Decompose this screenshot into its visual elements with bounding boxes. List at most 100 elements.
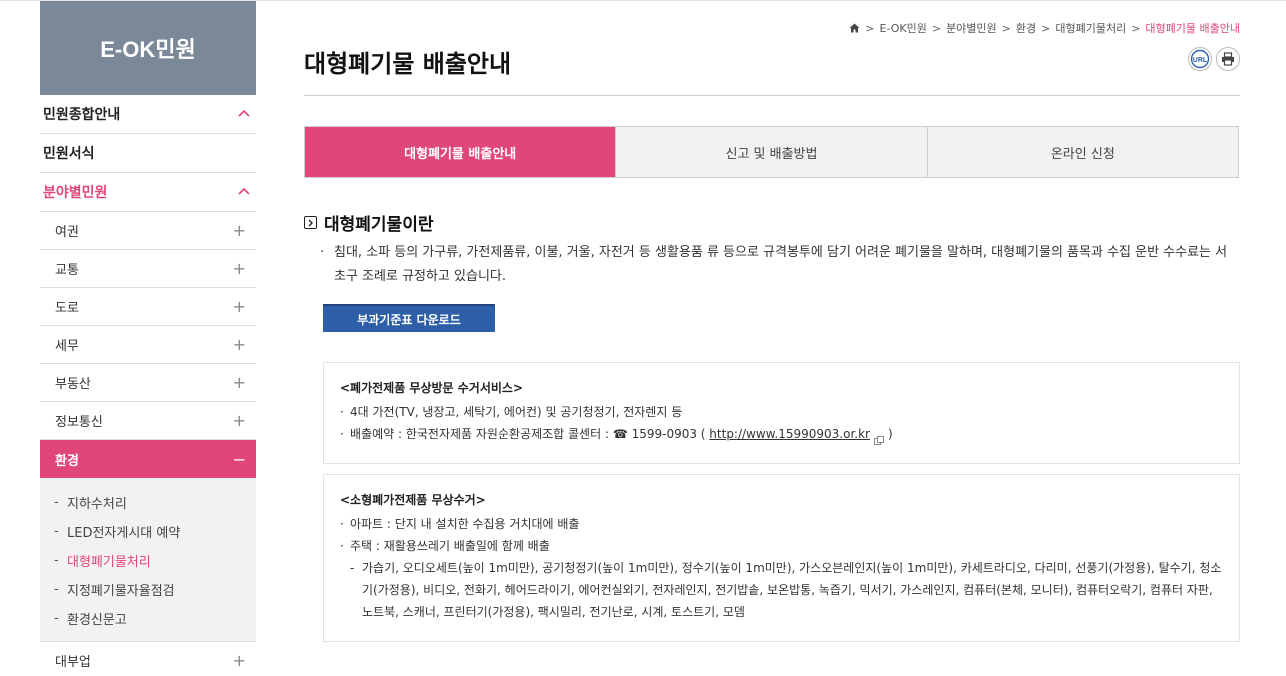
list-item-text: 아파트 : 단지 내 설치한 수집용 거치대에 배출 xyxy=(350,517,580,531)
callcenter-link[interactable]: http://www.15990903.or.kr xyxy=(709,427,870,441)
breadcrumb-item[interactable]: 대형폐기물처리 xyxy=(1055,20,1126,36)
sidebar-menu-forms[interactable]: 민원서식 xyxy=(40,134,256,173)
dash-icon: - xyxy=(54,553,59,568)
download-fee-table-button[interactable]: 부과기준표 다운로드 xyxy=(323,304,495,332)
list-item: · 4대 가전(TV, 냉장고, 세탁기, 에어컨) 및 공기청정기, 전자렌지… xyxy=(340,401,1225,423)
plus-icon: + xyxy=(232,259,246,278)
section-description: · 침대, 소파 등의 가구류, 가전제품류, 이불, 거울, 자전거 등 생활… xyxy=(320,241,1235,289)
sidebar-item-passport[interactable]: 여권 + xyxy=(40,212,256,250)
section-title: 대형폐기물이란 xyxy=(304,210,433,235)
bullet: · xyxy=(320,245,325,260)
reservation-suffix: ) xyxy=(887,427,893,441)
sidebar-item-road[interactable]: 도로 + xyxy=(40,288,256,326)
sidebar-item-traffic[interactable]: 교통 + xyxy=(40,250,256,288)
print-button[interactable] xyxy=(1216,47,1240,71)
sidebar-subitem-label: 환경신문고 xyxy=(67,613,127,628)
printer-icon xyxy=(1222,52,1234,66)
list-item-text: 배출예약 : 한국전자제품 자원순환공제조합 콜센터 : ☎ 1599-0903… xyxy=(350,423,893,445)
sidebar-subitem-designated-waste[interactable]: - 지정폐기물자율점검 xyxy=(40,575,256,604)
plus-icon: + xyxy=(232,335,246,354)
content-tabs: 대형폐기물 배출안내 신고 및 배출방법 온라인 신청 xyxy=(304,126,1239,178)
sidebar-menu-label: 민원서식 xyxy=(43,146,95,162)
sidebar-item-label: 여권 xyxy=(55,225,79,240)
sidebar-item-label: 교통 xyxy=(55,263,79,278)
section-title-text: 대형폐기물이란 xyxy=(324,215,434,235)
sidebar-menu-civil-guide[interactable]: 민원종합안내 xyxy=(40,95,256,134)
home-icon[interactable] xyxy=(849,23,860,33)
info-box-heading: <소형폐가전제품 무상수거> xyxy=(340,493,486,507)
plus-icon: + xyxy=(232,297,246,316)
sidebar-subitem-label: 대형폐기물처리 xyxy=(67,555,151,570)
info-box-appliance-pickup: <폐가전제품 무상방문 수거서비스> · 4대 가전(TV, 냉장고, 세탁기,… xyxy=(323,362,1240,464)
info-box-heading: <폐가전제품 무상방문 수거서비스> xyxy=(340,381,524,395)
url-icon-label: URL xyxy=(1193,57,1208,64)
sidebar-subitem-large-waste[interactable]: - 대형폐기물처리 xyxy=(40,546,256,575)
chevron-up-icon xyxy=(238,187,250,197)
dash-icon: - xyxy=(54,582,59,597)
chevron-right-box-icon xyxy=(304,216,317,229)
breadcrumb-current: 대형폐기물 배출안내 xyxy=(1145,22,1240,35)
minus-icon: − xyxy=(232,449,246,469)
bullet: · xyxy=(340,517,344,531)
list-item-text: 4대 가전(TV, 냉장고, 세탁기, 에어컨) 및 공기청정기, 전자렌지 등 xyxy=(350,405,683,419)
breadcrumb-separator: > xyxy=(865,21,875,35)
plus-icon: + xyxy=(232,373,246,392)
dash-icon: - xyxy=(54,611,59,626)
sidebar: E-OK민원 민원종합안내 민원서식 분야별민원 여권 + 교통 + 도로 + … xyxy=(40,1,256,676)
tab-large-waste-guide[interactable]: 대형폐기물 배출안내 xyxy=(305,127,616,177)
sidebar-title: E-OK민원 xyxy=(40,1,256,95)
breadcrumb-separator: > xyxy=(1131,21,1141,35)
sub-list-item-text: 가습기, 오디오세트(높이 1m미만), 공기청정기(높이 1m미만), 정수기… xyxy=(362,561,1222,619)
bullet: · xyxy=(340,405,344,419)
breadcrumb: > E-OK민원 > 분야별민원 > 환경 > 대형폐기물처리 > 대형폐기물 … xyxy=(849,20,1240,36)
url-copy-button[interactable]: URL xyxy=(1188,47,1212,71)
sidebar-item-label: 부동산 xyxy=(55,377,91,392)
breadcrumb-item[interactable]: 환경 xyxy=(1016,20,1036,36)
list-item: · 주택 : 재활용쓰레기 배출일에 함께 배출 xyxy=(340,535,1225,557)
breadcrumb-separator: > xyxy=(931,21,942,35)
chevron-up-icon xyxy=(238,109,250,119)
plus-icon: + xyxy=(232,221,246,240)
breadcrumb-item[interactable]: E-OK민원 xyxy=(880,20,927,36)
sidebar-item-tax[interactable]: 세무 + xyxy=(40,326,256,364)
list-item: · 아파트 : 단지 내 설치한 수집용 거치대에 배출 xyxy=(340,513,1225,535)
title-divider xyxy=(304,95,1240,96)
sub-list-item: - 가습기, 오디오세트(높이 1m미만), 공기청정기(높이 1m미만), 정… xyxy=(340,557,1225,623)
dash-icon: - xyxy=(54,524,59,539)
tab-report-method[interactable]: 신고 및 배출방법 xyxy=(615,127,927,177)
sidebar-subitem-env-report[interactable]: - 환경신문고 xyxy=(40,604,256,633)
bullet: · xyxy=(340,539,344,553)
sidebar-menu-label: 민원종합안내 xyxy=(43,107,121,123)
external-link-icon xyxy=(873,430,884,445)
reservation-text: 배출예약 : 한국전자제품 자원순환공제조합 콜센터 : ☎ 1599-0903… xyxy=(350,427,710,441)
list-item-text: 주택 : 재활용쓰레기 배출일에 함께 배출 xyxy=(350,539,550,553)
page-tools: URL xyxy=(1188,47,1240,71)
sidebar-submenu: - 지하수처리 - LED전자게시대 예약 - 대형폐기물처리 - 지정폐기물자… xyxy=(40,478,256,642)
bullet: · xyxy=(340,427,344,441)
info-box-small-appliance: <소형폐가전제품 무상수거> · 아파트 : 단지 내 설치한 수집용 거치대에… xyxy=(323,474,1240,642)
sidebar-item-label: 도로 xyxy=(55,301,79,316)
sidebar-item-it[interactable]: 정보통신 + xyxy=(40,402,256,440)
sidebar-menu-by-field[interactable]: 분야별민원 xyxy=(40,173,256,212)
plus-icon: + xyxy=(232,651,246,670)
sidebar-item-real-estate[interactable]: 부동산 + xyxy=(40,364,256,402)
sidebar-item-label: 환경 xyxy=(55,453,79,469)
sidebar-item-environment[interactable]: 환경 − xyxy=(40,440,256,478)
tab-online-apply[interactable]: 온라인 신청 xyxy=(926,127,1238,177)
list-item: · 배출예약 : 한국전자제품 자원순환공제조합 콜센터 : ☎ 1599-09… xyxy=(340,423,1225,445)
breadcrumb-item[interactable]: 분야별민원 xyxy=(946,20,997,36)
sidebar-subitem-led-board[interactable]: - LED전자게시대 예약 xyxy=(40,517,256,546)
sidebar-menu-label: 분야별민원 xyxy=(43,185,108,201)
sidebar-subitem-groundwater[interactable]: - 지하수처리 xyxy=(40,488,256,517)
sidebar-item-loan-business[interactable]: 대부업 + xyxy=(40,642,256,676)
sidebar-item-label: 세무 xyxy=(55,339,79,354)
sidebar-item-label: 정보통신 xyxy=(55,415,103,430)
url-icon: URL xyxy=(1190,49,1210,69)
sidebar-subitem-label: LED전자게시대 예약 xyxy=(67,526,181,541)
breadcrumb-separator: > xyxy=(1041,21,1051,35)
section-description-text: 침대, 소파 등의 가구류, 가전제품류, 이불, 거울, 자전거 등 생활용품… xyxy=(334,245,1228,284)
plus-icon: + xyxy=(232,411,246,430)
sidebar-subitem-label: 지정폐기물자율점검 xyxy=(67,584,175,599)
breadcrumb-separator: > xyxy=(1001,21,1011,35)
dash-icon: - xyxy=(54,495,59,510)
